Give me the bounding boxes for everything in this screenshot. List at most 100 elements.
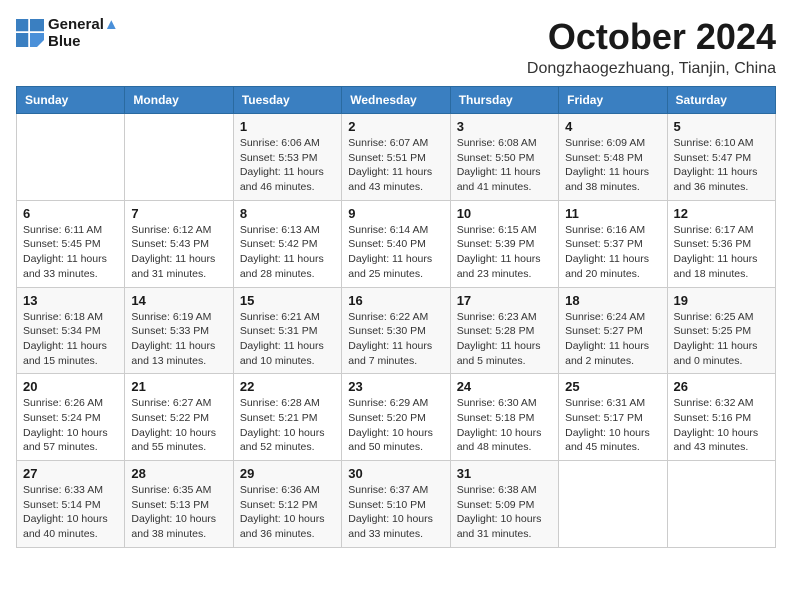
calendar-cell: 16Sunrise: 6:22 AM Sunset: 5:30 PM Dayli… — [342, 287, 450, 374]
calendar-cell: 9Sunrise: 6:14 AM Sunset: 5:40 PM Daylig… — [342, 200, 450, 287]
day-number: 3 — [457, 119, 552, 134]
calendar-cell — [125, 114, 233, 201]
calendar-cell: 17 Sunrise: 6:23 AM Sunset: 5:28 PM Dayli… — [450, 287, 558, 374]
calendar-cell: 4 Sunrise: 6:09 AM Sunset: 5:48 PM Daylig… — [559, 114, 667, 201]
day-number: 1 — [240, 119, 335, 134]
calendar-week-1: 1Sunrise: 6:06 AM Sunset: 5:53 PM Daylig… — [17, 114, 776, 201]
day-number: 28 — [131, 466, 226, 481]
calendar-header-row: Sunday Monday Tuesday Wednesday Thursday… — [17, 87, 776, 114]
day-info: Sunrise: 6:28 AM Sunset: 5:21 PM Dayligh… — [240, 396, 335, 455]
calendar-cell: 8 Sunrise: 6:13 AM Sunset: 5:42 PM Daylig… — [233, 200, 341, 287]
day-info: Sunrise: 6:12 AM Sunset: 5:43 PM Dayligh… — [131, 223, 226, 282]
calendar-cell: 5Sunrise: 6:10 AM Sunset: 5:47 PM Daylig… — [667, 114, 775, 201]
day-number: 23 — [348, 379, 443, 394]
header-sunday: Sunday — [17, 87, 125, 114]
day-info: Sunrise: 6:26 AM Sunset: 5:24 PM Dayligh… — [23, 396, 118, 455]
day-number: 26 — [674, 379, 769, 394]
calendar-cell: 25 Sunrise: 6:31 AM Sunset: 5:17 PM Dayli… — [559, 374, 667, 461]
calendar-week-2: 6 Sunrise: 6:11 AM Sunset: 5:45 PM Daylig… — [17, 200, 776, 287]
day-info: Sunrise: 6:09 AM Sunset: 5:48 PM Dayligh… — [565, 136, 660, 195]
day-info: Sunrise: 6:19 AM Sunset: 5:33 PM Dayligh… — [131, 310, 226, 369]
day-info: Sunrise: 6:15 AM Sunset: 5:39 PM Dayligh… — [457, 223, 552, 282]
day-info: Sunrise: 6:37 AM Sunset: 5:10 PM Dayligh… — [348, 483, 443, 542]
day-info: Sunrise: 6:18 AM Sunset: 5:34 PM Dayligh… — [23, 310, 118, 369]
calendar-cell: 29 Sunrise: 6:36 AM Sunset: 5:12 PM Dayli… — [233, 461, 341, 548]
day-info: Sunrise: 6:36 AM Sunset: 5:12 PM Dayligh… — [240, 483, 335, 542]
calendar-cell: 3 Sunrise: 6:08 AM Sunset: 5:50 PM Daylig… — [450, 114, 558, 201]
day-info: Sunrise: 6:13 AM Sunset: 5:42 PM Dayligh… — [240, 223, 335, 282]
day-number: 2 — [348, 119, 443, 134]
calendar-cell: 21 Sunrise: 6:27 AM Sunset: 5:22 PM Dayli… — [125, 374, 233, 461]
day-info: Sunrise: 6:35 AM Sunset: 5:13 PM Dayligh… — [131, 483, 226, 542]
calendar-cell: 15 Sunrise: 6:21 AM Sunset: 5:31 PM Dayli… — [233, 287, 341, 374]
logo: General▲ Blue — [16, 16, 119, 50]
day-number: 9 — [348, 206, 443, 221]
day-info: Sunrise: 6:29 AM Sunset: 5:20 PM Dayligh… — [348, 396, 443, 455]
day-info: Sunrise: 6:08 AM Sunset: 5:50 PM Dayligh… — [457, 136, 552, 195]
calendar-cell: 13 Sunrise: 6:18 AM Sunset: 5:34 PM Dayli… — [17, 287, 125, 374]
calendar-cell: 22 Sunrise: 6:28 AM Sunset: 5:21 PM Dayli… — [233, 374, 341, 461]
calendar-cell: 28 Sunrise: 6:35 AM Sunset: 5:13 PM Dayli… — [125, 461, 233, 548]
day-info: Sunrise: 6:21 AM Sunset: 5:31 PM Dayligh… — [240, 310, 335, 369]
calendar-week-4: 20Sunrise: 6:26 AM Sunset: 5:24 PM Dayli… — [17, 374, 776, 461]
calendar-cell: 30Sunrise: 6:37 AM Sunset: 5:10 PM Dayli… — [342, 461, 450, 548]
day-number: 17 — [457, 293, 552, 308]
day-number: 7 — [131, 206, 226, 221]
page-header: General▲ Blue October 2024 Dongzhaogezhu… — [16, 16, 776, 78]
calendar-cell: 27 Sunrise: 6:33 AM Sunset: 5:14 PM Dayli… — [17, 461, 125, 548]
day-number: 13 — [23, 293, 118, 308]
calendar-cell — [559, 461, 667, 548]
day-number: 15 — [240, 293, 335, 308]
calendar-cell: 26Sunrise: 6:32 AM Sunset: 5:16 PM Dayli… — [667, 374, 775, 461]
calendar-cell: 23 Sunrise: 6:29 AM Sunset: 5:20 PM Dayli… — [342, 374, 450, 461]
day-number: 6 — [23, 206, 118, 221]
day-number: 22 — [240, 379, 335, 394]
day-info: Sunrise: 6:23 AM Sunset: 5:28 PM Dayligh… — [457, 310, 552, 369]
day-number: 4 — [565, 119, 660, 134]
calendar-cell: 11 Sunrise: 6:16 AM Sunset: 5:37 PM Dayli… — [559, 200, 667, 287]
day-info: Sunrise: 6:17 AM Sunset: 5:36 PM Dayligh… — [674, 223, 769, 282]
day-number: 11 — [565, 206, 660, 221]
day-info: Sunrise: 6:16 AM Sunset: 5:37 PM Dayligh… — [565, 223, 660, 282]
calendar-cell: 18Sunrise: 6:24 AM Sunset: 5:27 PM Dayli… — [559, 287, 667, 374]
day-info: Sunrise: 6:25 AM Sunset: 5:25 PM Dayligh… — [674, 310, 769, 369]
calendar-cell: 20Sunrise: 6:26 AM Sunset: 5:24 PM Dayli… — [17, 374, 125, 461]
day-number: 8 — [240, 206, 335, 221]
month-title: October 2024 — [527, 16, 776, 58]
calendar-week-3: 13 Sunrise: 6:18 AM Sunset: 5:34 PM Dayli… — [17, 287, 776, 374]
header-saturday: Saturday — [667, 87, 775, 114]
day-info: Sunrise: 6:07 AM Sunset: 5:51 PM Dayligh… — [348, 136, 443, 195]
calendar-cell: 19 Sunrise: 6:25 AM Sunset: 5:25 PM Dayli… — [667, 287, 775, 374]
calendar-table: Sunday Monday Tuesday Wednesday Thursday… — [16, 86, 776, 548]
day-number: 12 — [674, 206, 769, 221]
day-number: 5 — [674, 119, 769, 134]
day-number: 25 — [565, 379, 660, 394]
calendar-cell: 7 Sunrise: 6:12 AM Sunset: 5:43 PM Daylig… — [125, 200, 233, 287]
day-number: 21 — [131, 379, 226, 394]
day-number: 19 — [674, 293, 769, 308]
calendar-cell: 14 Sunrise: 6:19 AM Sunset: 5:33 PM Dayli… — [125, 287, 233, 374]
header-wednesday: Wednesday — [342, 87, 450, 114]
calendar-cell: 6 Sunrise: 6:11 AM Sunset: 5:45 PM Daylig… — [17, 200, 125, 287]
day-number: 10 — [457, 206, 552, 221]
day-info: Sunrise: 6:27 AM Sunset: 5:22 PM Dayligh… — [131, 396, 226, 455]
day-number: 31 — [457, 466, 552, 481]
day-info: Sunrise: 6:33 AM Sunset: 5:14 PM Dayligh… — [23, 483, 118, 542]
header-tuesday: Tuesday — [233, 87, 341, 114]
header-thursday: Thursday — [450, 87, 558, 114]
calendar-cell — [667, 461, 775, 548]
calendar-cell: 10 Sunrise: 6:15 AM Sunset: 5:39 PM Dayli… — [450, 200, 558, 287]
day-info: Sunrise: 6:11 AM Sunset: 5:45 PM Dayligh… — [23, 223, 118, 282]
calendar-cell — [17, 114, 125, 201]
day-number: 14 — [131, 293, 226, 308]
day-number: 29 — [240, 466, 335, 481]
calendar-cell: 31 Sunrise: 6:38 AM Sunset: 5:09 PM Dayli… — [450, 461, 558, 548]
day-info: Sunrise: 6:31 AM Sunset: 5:17 PM Dayligh… — [565, 396, 660, 455]
header-friday: Friday — [559, 87, 667, 114]
logo-text: General▲ Blue — [48, 16, 119, 50]
day-number: 27 — [23, 466, 118, 481]
day-info: Sunrise: 6:30 AM Sunset: 5:18 PM Dayligh… — [457, 396, 552, 455]
day-info: Sunrise: 6:38 AM Sunset: 5:09 PM Dayligh… — [457, 483, 552, 542]
day-info: Sunrise: 6:22 AM Sunset: 5:30 PM Dayligh… — [348, 310, 443, 369]
header-monday: Monday — [125, 87, 233, 114]
